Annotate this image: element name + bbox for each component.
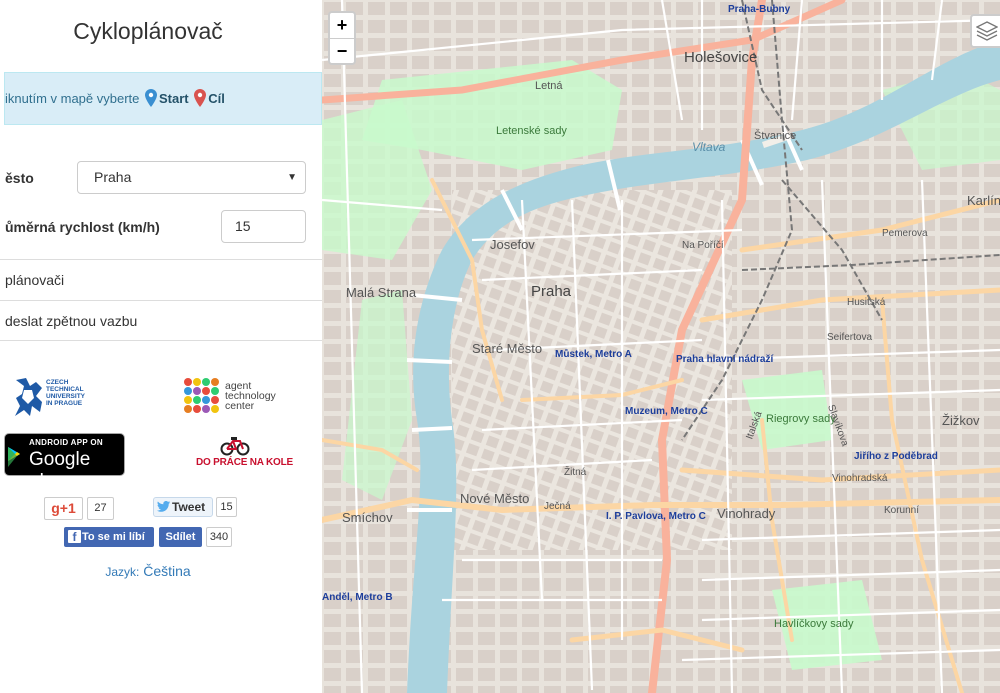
city-select[interactable]: Praha ▼ xyxy=(77,161,306,194)
about-link[interactable]: plánovači xyxy=(0,259,322,300)
dpnk-logo-text[interactable]: DO PRÁCE NA KOLE xyxy=(196,457,293,468)
map-street-vinohradska: Vinohradská xyxy=(832,473,888,484)
zoom-control: + − xyxy=(328,11,356,65)
city-select-value: Praha xyxy=(94,169,132,185)
map-street-seifertova: Seifertova xyxy=(827,332,873,343)
map-street-zitna: Žitná xyxy=(564,467,587,478)
start-pin-icon xyxy=(145,89,158,107)
map-label-vinohrady: Vinohrady xyxy=(717,506,776,521)
side-panel: Cykloplánovač iknutím v mapě vyberte Sta… xyxy=(0,0,322,693)
map-station-muzeum: Muzeum, Metro C xyxy=(625,406,708,417)
play-triangle-icon xyxy=(8,447,20,467)
language-value: Čeština xyxy=(143,563,191,579)
map-label-josefov: Josefov xyxy=(490,237,535,252)
map-label-havlickovy-sady: Havlíčkovy sady xyxy=(774,618,854,630)
tweet-label: Tweet xyxy=(172,500,206,514)
map-station-praha-bubny: Praha-Bubny xyxy=(728,4,791,15)
map-station-jiriho-z-podebrad: Jiřího z Poděbrad xyxy=(854,451,938,462)
map-label-vltava: Vltava xyxy=(692,140,726,154)
map-label-mala-strana: Malá Strana xyxy=(346,285,417,300)
google-plus-count: 27 xyxy=(87,497,114,520)
map-label-pemerova: Pemerova xyxy=(882,228,928,239)
map-label-letenske-sady: Letenské sady xyxy=(496,125,567,137)
map-label-smichov: Smíchov xyxy=(342,510,393,525)
speed-input[interactable]: 15 xyxy=(221,210,306,243)
end-label: Cíl xyxy=(208,91,225,106)
google-play-big-text: Google play xyxy=(29,449,91,492)
page-title: Cykloplánovač xyxy=(73,18,223,44)
zoom-out-button[interactable]: − xyxy=(330,39,354,64)
facebook-f-icon: f xyxy=(68,530,81,544)
facebook-share-button[interactable]: Sdílet xyxy=(159,527,202,547)
facebook-like-label: To se mi líbí xyxy=(82,531,145,543)
map-station-ip-pavlova: I. P. Pavlova, Metro C xyxy=(606,511,706,522)
google-play-badge[interactable]: ANDROID APP ON Google play xyxy=(4,433,125,492)
language-label: Jazyk: xyxy=(105,565,140,579)
map-label-holesovice: Holešovice xyxy=(684,49,758,66)
map-street-korunni: Korunní xyxy=(884,505,920,516)
google-plus-button[interactable]: g+1 xyxy=(44,497,83,520)
google-play-small-text: ANDROID APP ON xyxy=(29,438,103,447)
facebook-count: 340 xyxy=(206,527,232,547)
cvut-logo-text[interactable]: CZECH TECHNICAL UNIVERSITY IN PRAGUE xyxy=(46,379,85,407)
atc-logo-text[interactable]: agent technology center xyxy=(225,381,276,412)
map-station-andel: Anděl, Metro B xyxy=(322,592,393,603)
tweet-count: 15 xyxy=(216,497,237,517)
start-label: Start xyxy=(159,91,189,106)
map-street-husitska: Husitská xyxy=(847,297,886,308)
map-label-na-porici: Na Poříčí xyxy=(682,240,724,251)
twitter-bird-icon xyxy=(157,501,170,512)
tweet-button[interactable]: Tweet xyxy=(153,497,213,517)
map-view[interactable]: Holešovice Praha Josefov Malá Strana Sta… xyxy=(322,0,1000,693)
map-station-mustek: Můstek, Metro A xyxy=(555,349,632,360)
cvut-lion-icon[interactable] xyxy=(12,376,46,418)
instruction-text: iknutím v mapě vyberte xyxy=(5,91,140,106)
zoom-in-button[interactable]: + xyxy=(330,13,354,39)
map-label-zizkov: Žižkov xyxy=(942,413,980,428)
map-label-riegrovy-sady: Riegrovy sady xyxy=(766,413,836,425)
city-label: ěsto xyxy=(5,170,34,186)
bicycle-icon[interactable] xyxy=(220,436,250,456)
map-label-karlin: Karlín xyxy=(967,193,1000,208)
facebook-like-button[interactable]: f To se mi líbí xyxy=(64,527,154,547)
map-street-jecna: Ječná xyxy=(544,501,571,512)
language-selector[interactable]: Jazyk: Čeština xyxy=(0,563,296,579)
map-label-praha: Praha xyxy=(531,283,572,300)
feedback-link[interactable]: deslat zpětnou vazbu xyxy=(0,300,322,341)
instruction-banner: iknutím v mapě vyberte Start Cíl xyxy=(4,72,322,125)
map-tiles xyxy=(322,0,1000,693)
layers-icon xyxy=(976,21,998,41)
map-label-stare-mesto: Staré Město xyxy=(472,341,543,356)
map-label-stvanice: Štvanice xyxy=(754,130,797,142)
layers-button[interactable] xyxy=(970,14,1000,48)
atc-grid-icon[interactable] xyxy=(183,377,221,415)
map-label-letna: Letná xyxy=(535,80,563,92)
end-pin-icon xyxy=(194,89,207,107)
map-station-hlavni-nadrazi: Praha hlavní nádraží xyxy=(676,354,774,365)
caret-down-icon: ▼ xyxy=(287,172,297,183)
speed-label: ůměrná rychlost (km/h) xyxy=(5,219,160,235)
map-label-nove-mesto: Nové Město xyxy=(460,491,530,506)
